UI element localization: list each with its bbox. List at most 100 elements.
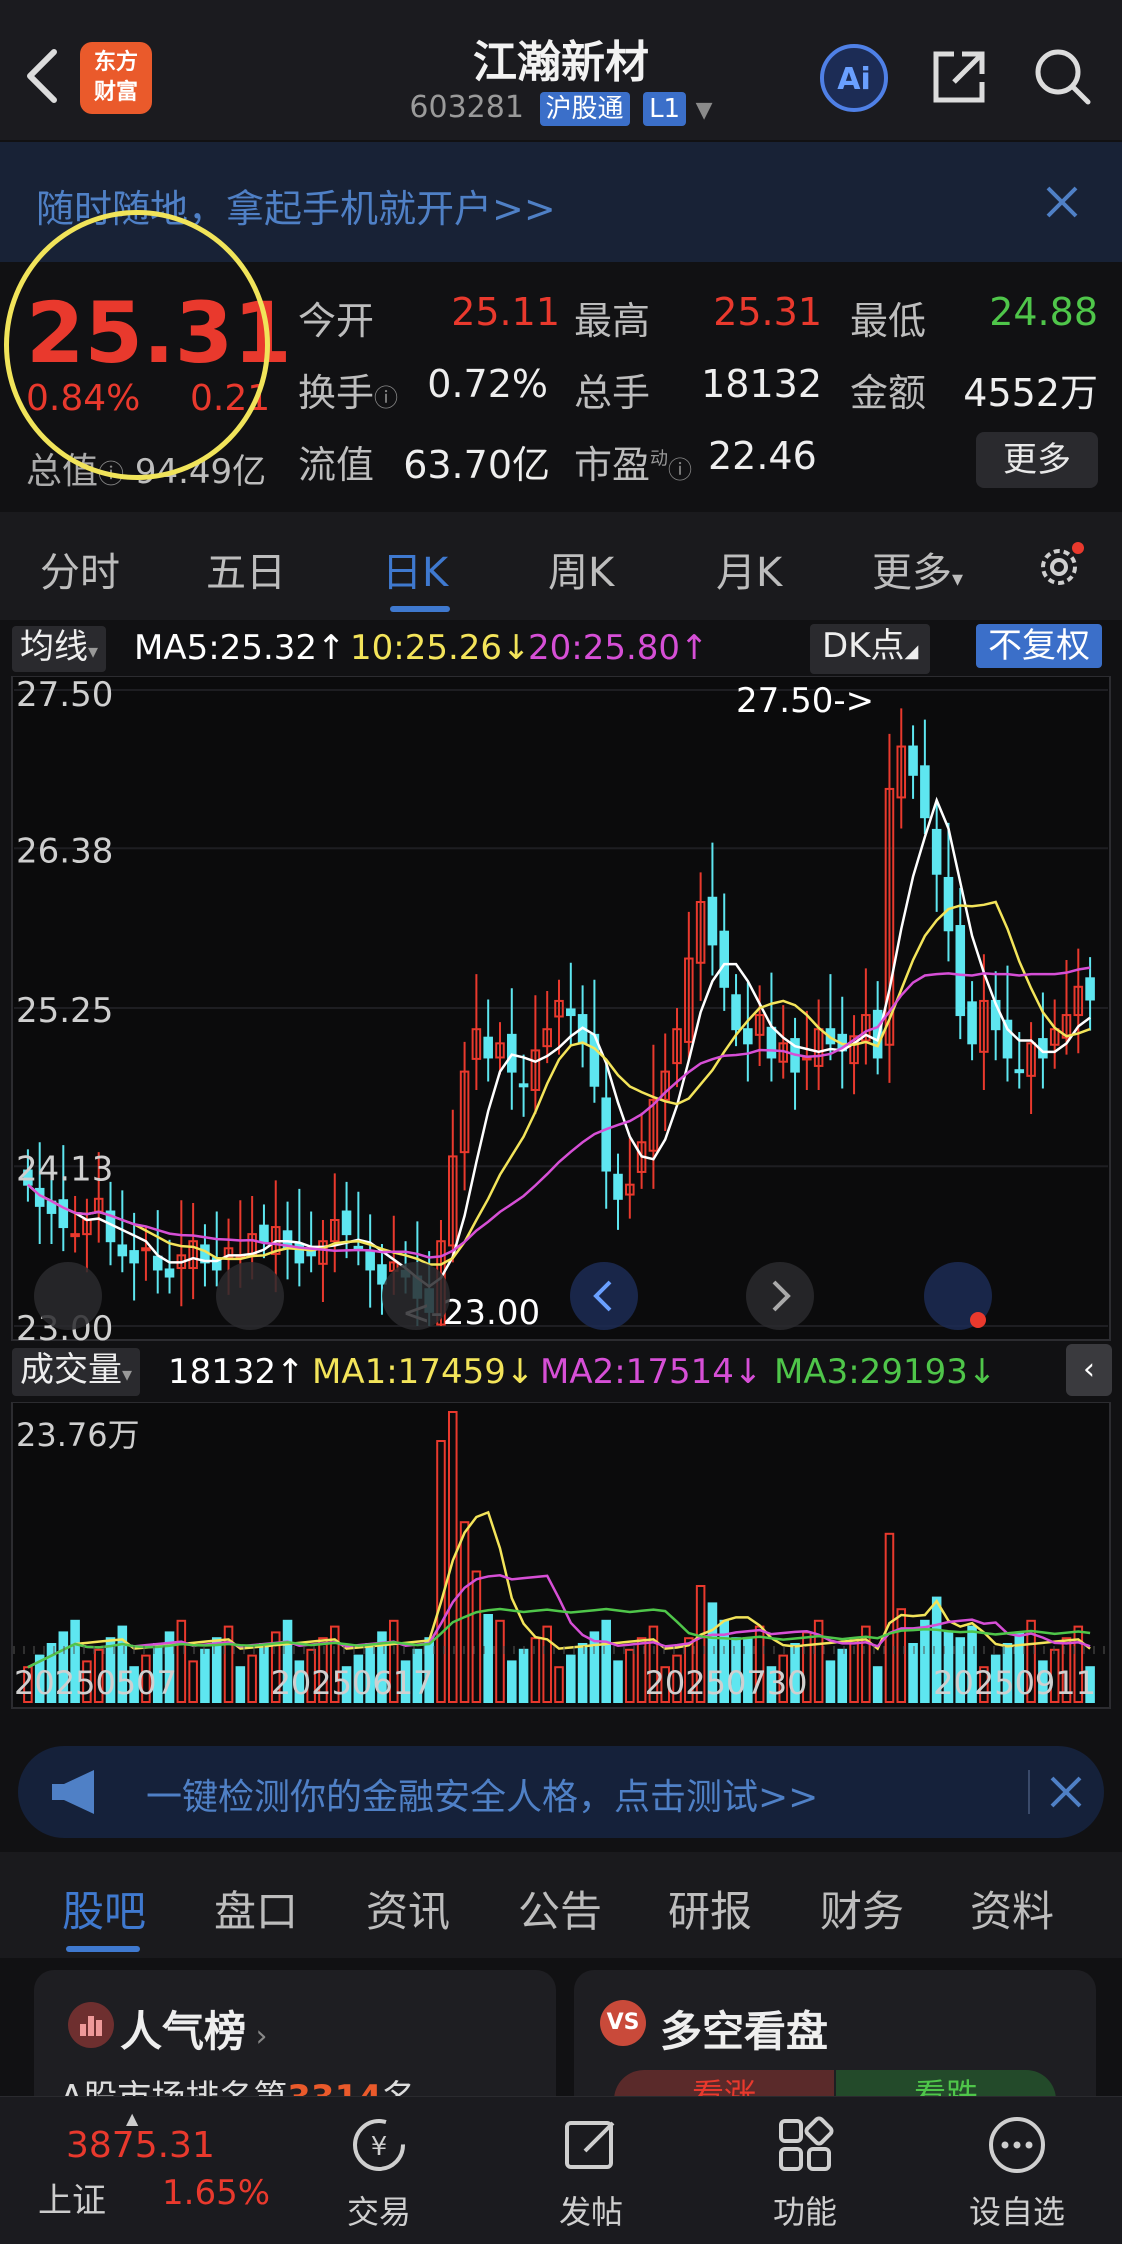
turnover-label[interactable]: 换手ⓘ	[298, 362, 398, 417]
y-tick-label: 24.13	[16, 1149, 113, 1189]
tab-more[interactable]: 更多▾	[872, 540, 963, 598]
prev-control-icon[interactable]	[570, 1262, 638, 1330]
search-icon[interactable]	[1030, 44, 1096, 110]
ma10-value: 10:25.26↓	[350, 628, 531, 668]
tab-intraday[interactable]: 分时	[40, 540, 120, 598]
tab-order-book[interactable]: 盘口	[214, 1878, 298, 1939]
safety-test-banner[interactable]: 一键检测你的金融安全人格，点击测试>>	[18, 1746, 1104, 1838]
dropdown-caret-icon: ▼	[695, 98, 713, 123]
tab-financials[interactable]: 财务	[820, 1878, 904, 1939]
ma-legend-row: 均线▾ MA5:25.32↑ 10:25.26↓ 20:25.80↑ DK点◢ …	[0, 620, 1122, 674]
indicator-selector[interactable]: 均线▾	[12, 626, 107, 672]
index-change: 1.65%	[162, 2173, 271, 2213]
nav-functions[interactable]: 功能	[740, 2113, 870, 2233]
zoom-in-control-icon[interactable]	[34, 1262, 102, 1330]
next-control-icon[interactable]	[746, 1262, 814, 1330]
stock-code: 603281	[409, 90, 524, 125]
volume-ma3: MA3:29193↓	[774, 1352, 997, 1392]
candle-body	[141, 1247, 151, 1252]
candle-body	[731, 994, 741, 1031]
volume-bar	[507, 1660, 517, 1703]
candle-body	[601, 1097, 611, 1172]
plus-control-icon[interactable]	[382, 1262, 450, 1330]
pe-value: 22.46	[708, 434, 817, 478]
dk-point-button[interactable]: DK点◢	[810, 624, 931, 674]
tab-five-day[interactable]: 五日	[206, 540, 286, 598]
pe-dynamic-tag: 动	[650, 448, 669, 470]
volume-bar	[566, 1654, 576, 1704]
float-label: 流值	[298, 443, 375, 487]
volume-bar	[837, 1648, 848, 1704]
close-icon[interactable]	[1048, 1774, 1084, 1810]
float-value: 63.70亿	[403, 443, 550, 487]
candle-body	[377, 1264, 387, 1285]
volume-current: 18132↑	[168, 1352, 305, 1392]
share-icon[interactable]	[926, 44, 992, 110]
nav-watchlist[interactable]: 设自选	[952, 2113, 1082, 2233]
index-ticker[interactable]: ▲ 3875.31 上证 1.65%	[30, 2109, 280, 2237]
chevron-right-icon: ›	[246, 2019, 268, 2054]
tab-research[interactable]: 研报	[668, 1878, 752, 1939]
tab-guba[interactable]: 股吧	[62, 1878, 146, 1939]
collapse-panel-button[interactable]: ‹	[1066, 1344, 1112, 1396]
candle-body	[164, 1268, 175, 1278]
volume-bar	[613, 1660, 623, 1703]
candle-body	[1085, 977, 1095, 1001]
volume-bar	[483, 1614, 493, 1703]
candle-body	[955, 925, 966, 1017]
volume-bar	[825, 1660, 836, 1703]
volume-bar	[518, 1648, 529, 1704]
trade-icon: ¥	[353, 2119, 405, 2171]
ma5-value: MA5:25.32↑	[134, 628, 346, 668]
settings-gear-icon[interactable]	[1034, 542, 1084, 592]
candle-body	[259, 1224, 269, 1243]
tab-profile[interactable]: 资料	[970, 1878, 1054, 1939]
candle-body	[70, 1233, 80, 1238]
candle-body	[566, 1008, 576, 1017]
nav-post[interactable]: 发帖	[526, 2113, 656, 2233]
amount-value: 4552万	[963, 371, 1098, 415]
tab-announcements[interactable]: 公告	[518, 1878, 602, 1939]
svg-text:Ai: Ai	[837, 62, 871, 97]
active-tab-indicator	[390, 606, 450, 612]
tab-news[interactable]: 资讯	[366, 1878, 450, 1939]
ranking-icon	[68, 2002, 114, 2048]
volume-ma2: MA2:17514↓	[540, 1352, 763, 1392]
index-name: 上证	[38, 2181, 106, 2221]
close-icon[interactable]	[1044, 184, 1080, 220]
kline-chart[interactable]: 27.5026.3825.2524.1323.0027.50-><-23.00	[0, 676, 1122, 1342]
highlight-circle	[4, 210, 270, 480]
more-dots-icon	[989, 2117, 1045, 2173]
candle-body	[707, 896, 718, 946]
volume-indicator-selector[interactable]: 成交量▾	[12, 1348, 141, 1396]
svg-text:¥: ¥	[371, 2132, 388, 2162]
grid-apps-icon	[779, 2116, 834, 2171]
tab-weekly-k[interactable]: 周K	[548, 540, 614, 598]
candle-body	[483, 1036, 493, 1059]
candle-body	[341, 1210, 352, 1236]
nav-label: 设自选	[968, 2193, 1065, 2231]
low-value: 24.88	[989, 290, 1098, 334]
ma20-value: 20:25.80↑	[528, 628, 709, 668]
candle-body	[719, 930, 730, 988]
tab-monthly-k[interactable]: 月K	[716, 540, 782, 598]
y-tick-label: 26.38	[16, 831, 113, 871]
info-icon: ⓘ	[668, 456, 693, 484]
date-label: 20250911	[933, 1664, 1096, 1702]
control-circle	[382, 1262, 450, 1330]
safety-text[interactable]: 一键检测你的金融安全人格，点击测试>>	[146, 1768, 818, 1820]
adjust-mode-button[interactable]: 不复权	[976, 624, 1102, 668]
tab-daily-k[interactable]: 日K	[382, 540, 448, 598]
volume-value: 18132	[701, 362, 822, 406]
control-circle	[216, 1262, 284, 1330]
ai-assistant-icon[interactable]: Ai	[818, 42, 890, 114]
zoom-out-control-icon[interactable]	[216, 1262, 284, 1330]
info-icon: ⓘ	[374, 384, 399, 412]
candle-body	[967, 1001, 977, 1045]
volume-chart[interactable]: 23.76万 20250507 20250617 20250730 20250911	[0, 1402, 1122, 1732]
candle-body	[1014, 1069, 1025, 1074]
more-quote-button[interactable]: 更多	[976, 432, 1098, 488]
pe-label[interactable]: 市盈动ⓘ	[574, 434, 692, 489]
candle-body	[129, 1250, 139, 1264]
nav-trade[interactable]: ¥ 交易	[314, 2113, 444, 2233]
